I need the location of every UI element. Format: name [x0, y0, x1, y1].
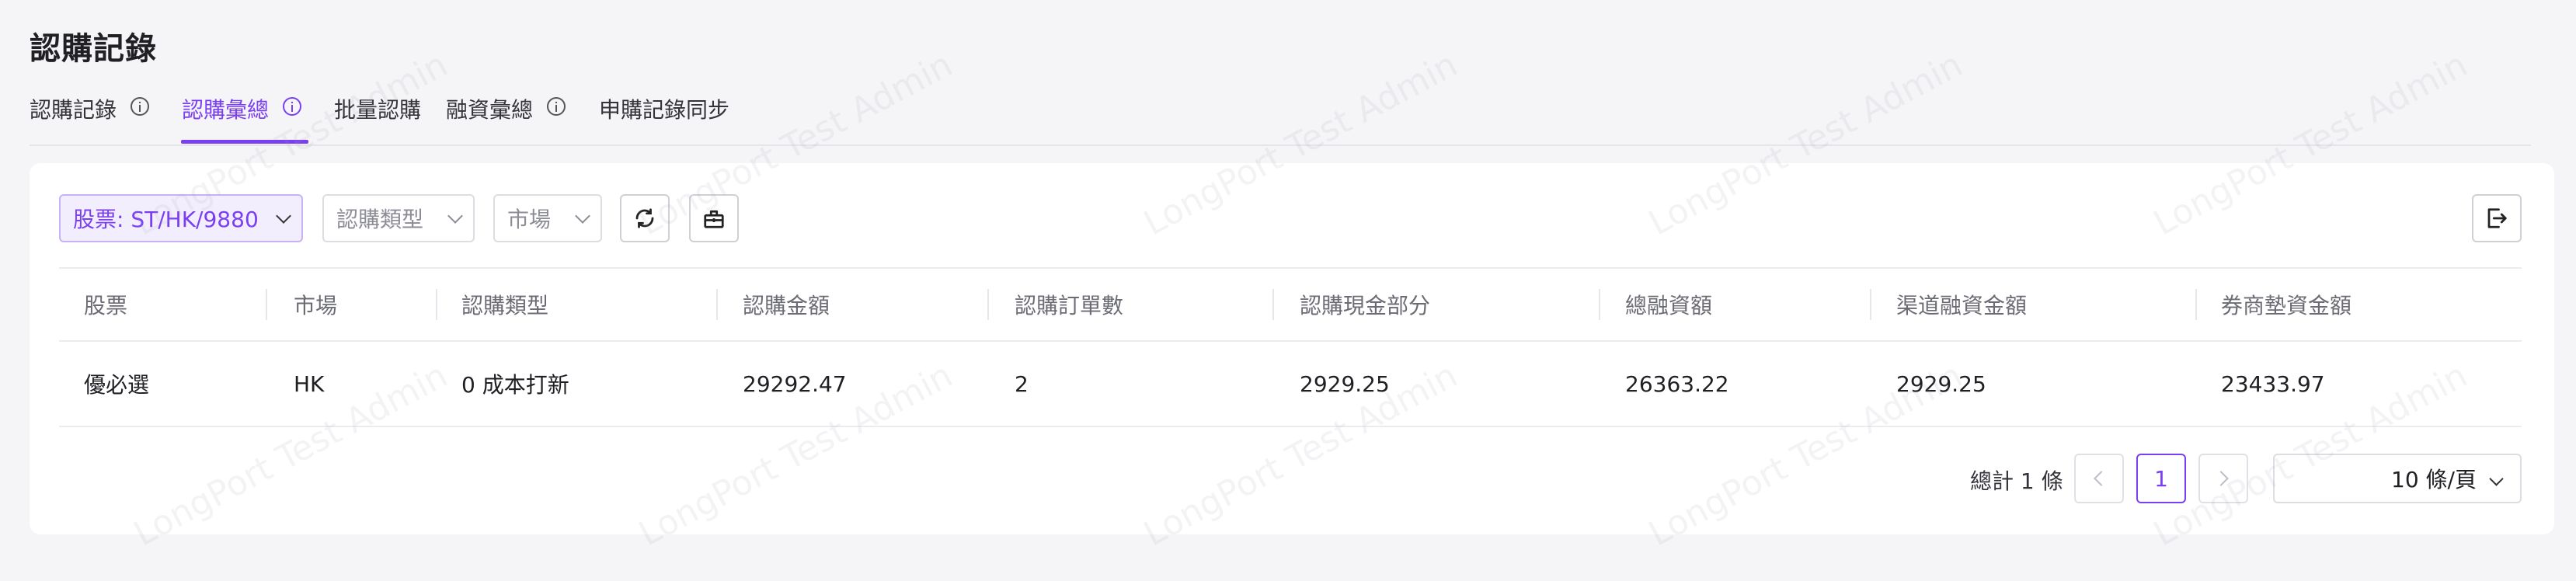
table-cell: 29292.47 [743, 371, 847, 397]
info-icon[interactable] [547, 97, 566, 116]
column-header: 認購訂單數 [1015, 293, 1124, 318]
subscription-type-select[interactable]: 認購類型 [322, 194, 475, 242]
column-header: 股票 [84, 293, 128, 318]
tab-label: 申購記錄同步 [599, 97, 730, 123]
refresh-icon [635, 208, 654, 228]
clear-icon [704, 210, 724, 228]
chevron-down-icon [2489, 471, 2504, 486]
page-number-button[interactable]: 1 [2136, 454, 2186, 503]
column-header: 認購現金部分 [1300, 293, 1431, 318]
tab-financing-summary[interactable]: 融資彙總 [446, 93, 566, 143]
tab-label: 批量認購 [334, 97, 422, 123]
table-cell: HK [294, 371, 325, 397]
table-cell: 2 [1015, 371, 1029, 397]
stock-filter-select[interactable]: 股票: ST/HK/9880 [59, 194, 303, 242]
column-divider [987, 289, 989, 320]
column-divider [436, 289, 437, 320]
table-cell: 26363.22 [1625, 371, 1729, 397]
tab-subscription-sync[interactable]: 申購記錄同步 [599, 93, 729, 143]
next-page-button[interactable] [2198, 454, 2248, 503]
tab-subscription-records[interactable]: 認購記錄 [30, 93, 150, 143]
column-header: 券商墊資金額 [2221, 293, 2352, 318]
prev-page-button[interactable] [2074, 454, 2124, 503]
market-select[interactable]: 市場 [493, 194, 602, 242]
market-placeholder: 市場 [507, 207, 552, 232]
chevron-right-icon [2213, 471, 2229, 486]
chevron-down-icon [447, 208, 463, 224]
stock-filter-value: 股票: ST/HK/9880 [73, 207, 259, 232]
tab-subscription-summary[interactable]: 認購彙總 [182, 93, 302, 143]
info-icon[interactable] [131, 97, 150, 116]
tab-label: 融資彙總 [446, 97, 534, 123]
column-header: 認購金額 [743, 293, 830, 318]
column-divider [2195, 289, 2197, 320]
column-divider [1599, 289, 1600, 320]
page-size-select[interactable]: 10 條/頁 [2273, 454, 2522, 503]
column-divider [1272, 289, 1274, 320]
refresh-button[interactable] [620, 194, 670, 242]
table-cell: 2929.25 [1300, 371, 1390, 397]
column-header: 市場 [294, 293, 338, 318]
chevron-down-icon [276, 208, 291, 224]
active-tab-indicator [181, 140, 308, 144]
export-icon [2487, 208, 2507, 228]
export-button[interactable] [2472, 194, 2522, 242]
column-divider [716, 289, 718, 320]
column-divider [266, 289, 267, 320]
subscription-type-placeholder: 認購類型 [336, 207, 424, 232]
chevron-left-icon [2094, 471, 2109, 486]
table-row[interactable]: 優必選 HK 0 成本打新 29292.47 2 2929.25 26363.2… [59, 342, 2522, 427]
pagination-total: 總計 1 條 [1970, 468, 2063, 494]
tab-bar: 認購記錄 認購彙總 批量認購 融資彙總 申購記錄同步 [30, 87, 2531, 146]
column-header: 認購類型 [461, 293, 549, 318]
tab-label: 認購彙總 [182, 97, 270, 123]
table-cell: 優必選 [84, 372, 150, 398]
chevron-down-icon [575, 208, 590, 224]
table-cell: 23433.97 [2221, 371, 2325, 397]
page-size-value: 10 條/頁 [2391, 467, 2477, 492]
tab-label: 認購記錄 [30, 97, 117, 123]
column-header: 總融資額 [1625, 293, 1713, 318]
table-header-row: 股票 市場 認購類型 認購金額 認購訂單數 認購現金部分 總融資額 渠道融資金額… [59, 267, 2522, 342]
tab-batch-subscription[interactable]: 批量認購 [334, 93, 421, 143]
page-title: 認購記錄 [30, 31, 157, 67]
summary-card: 股票: ST/HK/9880 認購類型 市場 股票 市場 認購類型 認購金額 認… [30, 163, 2554, 534]
column-header: 渠道融資金額 [1896, 293, 2028, 318]
clear-filters-button[interactable] [689, 194, 739, 242]
column-divider [1870, 289, 1871, 320]
summary-table: 股票 市場 認購類型 認購金額 認購訂單數 認購現金部分 總融資額 渠道融資金額… [59, 267, 2522, 427]
info-icon[interactable] [283, 97, 302, 116]
table-cell: 2929.25 [1896, 371, 1986, 397]
table-cell: 0 成本打新 [461, 372, 569, 398]
